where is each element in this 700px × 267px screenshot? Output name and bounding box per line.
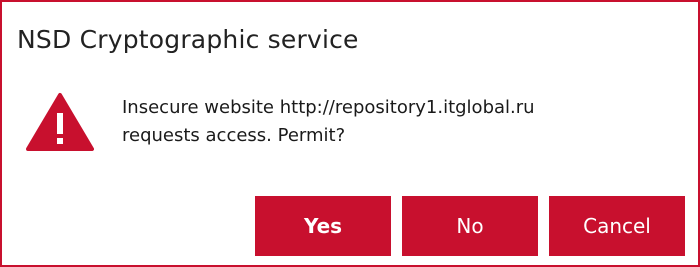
message-line-1: Insecure website http://repository1.itgl…	[122, 97, 535, 118]
confirm-dialog: NSD Cryptographic service Insecure websi…	[0, 0, 700, 267]
cancel-button[interactable]: Cancel	[549, 196, 685, 256]
warning-icon	[26, 93, 94, 151]
message-line-2: requests access. Permit?	[122, 125, 346, 146]
yes-button[interactable]: Yes	[255, 196, 391, 256]
dialog-title: NSD Cryptographic service	[17, 25, 359, 54]
dialog-message: Insecure website http://repository1.itgl…	[122, 94, 662, 150]
no-button[interactable]: No	[402, 196, 538, 256]
